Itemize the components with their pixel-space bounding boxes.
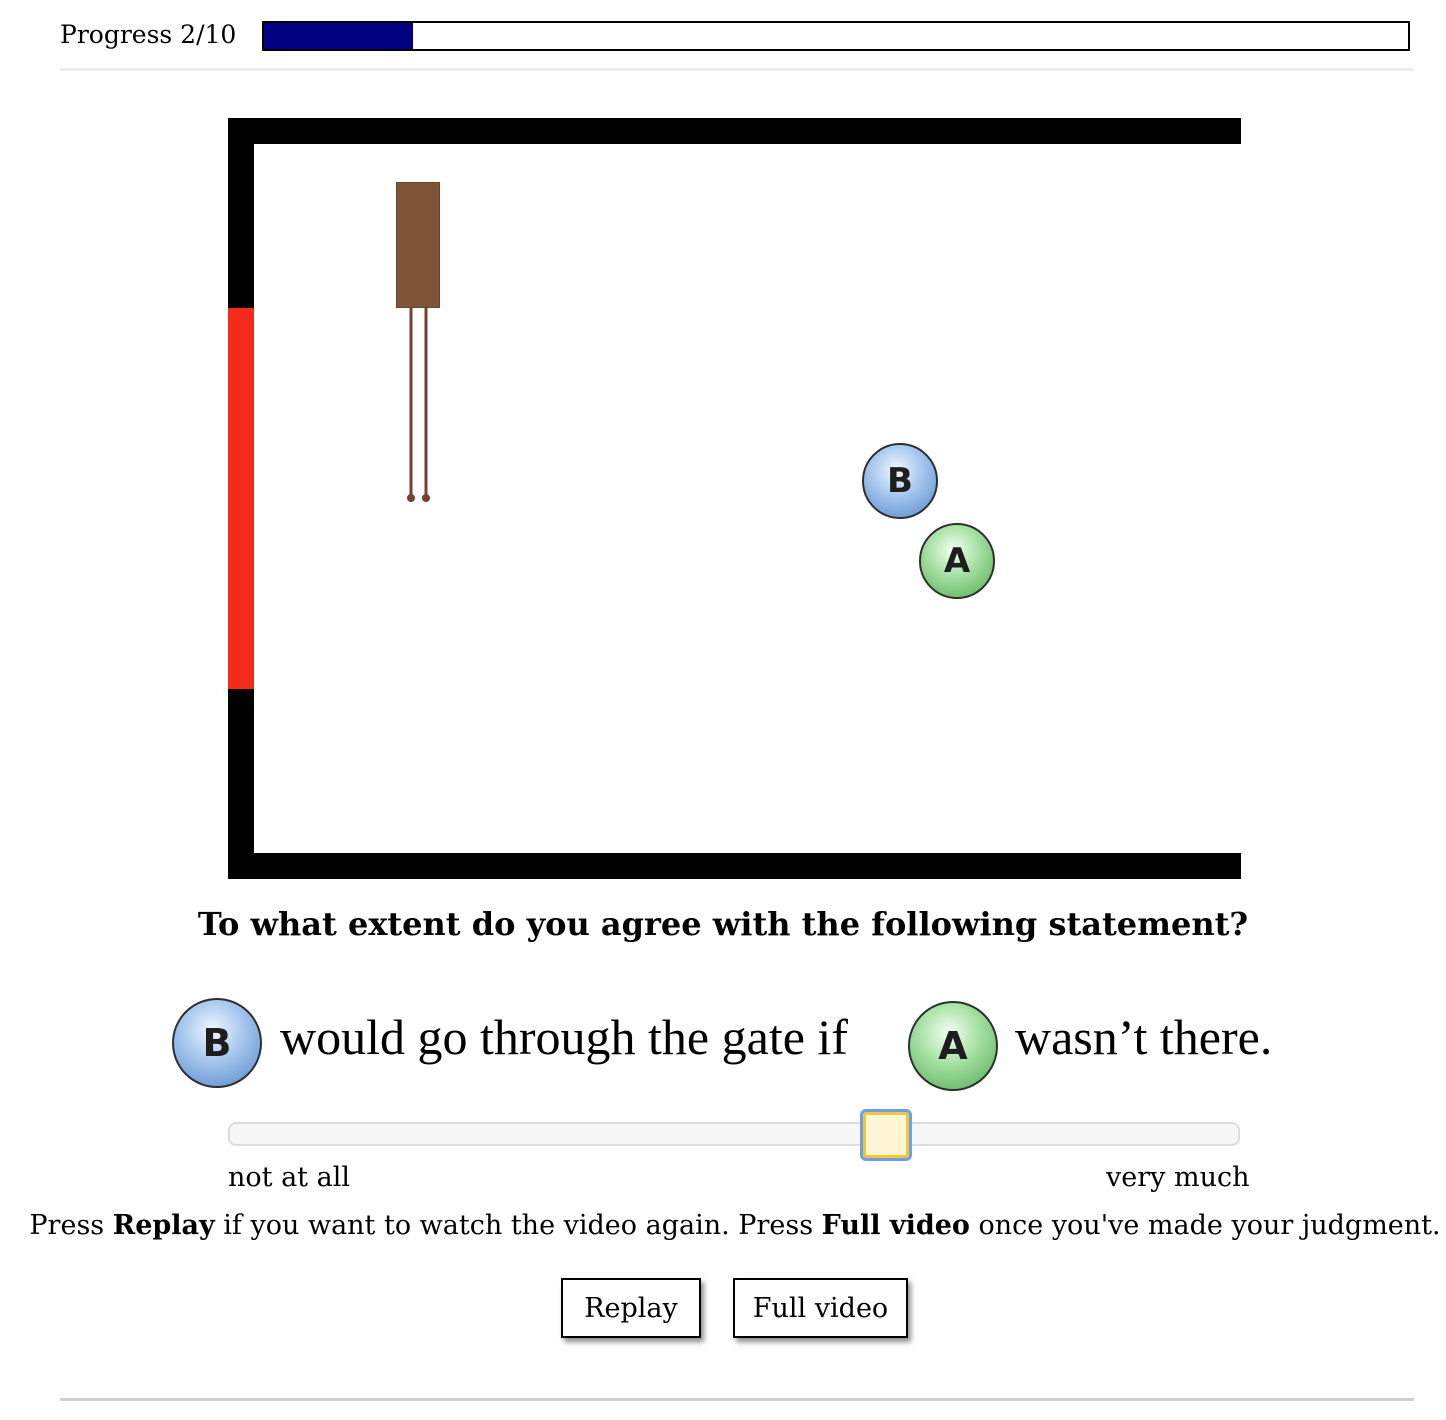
- statement-text-part1: would go through the gate if: [280, 1009, 848, 1065]
- replay-button[interactable]: Replay: [561, 1278, 701, 1338]
- instructions: Press Replay if you want to watch the vi…: [0, 1210, 1446, 1241]
- progress-label: Progress 2/10: [60, 20, 237, 49]
- full-video-button[interactable]: Full video: [733, 1278, 908, 1338]
- bottom-divider: [60, 1398, 1414, 1401]
- bottom-wall: [228, 853, 1241, 879]
- instructions-pre: Press: [29, 1210, 113, 1241]
- video-scene: B A: [228, 118, 1241, 879]
- ball-a-label: A: [943, 541, 971, 581]
- goal-zone: [228, 308, 254, 689]
- statement-ball-b: B: [172, 998, 262, 1088]
- gate-legs: [407, 308, 430, 502]
- instructions-mid: if you want to watch the video again. Pr…: [214, 1210, 822, 1241]
- statement-ball-a-label: A: [938, 1024, 968, 1068]
- progress-bar: [262, 21, 1410, 51]
- slider-handle[interactable]: [859, 1109, 912, 1161]
- question-prompt: To what extent do you agree with the fol…: [197, 905, 1249, 943]
- statement-ball-a: A: [908, 1001, 998, 1091]
- statement-ball-b-label: B: [202, 1021, 232, 1065]
- slider-max-label: very much: [1106, 1162, 1250, 1193]
- ball-b: B: [862, 443, 938, 519]
- top-divider: [60, 68, 1414, 71]
- statement-text-part2: wasn’t there.: [1015, 1009, 1273, 1065]
- gate-box: [396, 182, 440, 308]
- progress-bar-fill: [264, 23, 413, 49]
- slider-track[interactable]: [228, 1122, 1240, 1146]
- instructions-replay-word: Replay: [112, 1210, 215, 1241]
- instructions-post: once you've made your judgment.: [969, 1210, 1441, 1241]
- ball-a: A: [919, 523, 995, 599]
- ball-b-label: B: [887, 461, 913, 501]
- top-wall: [228, 118, 1241, 144]
- instructions-full-word: Full video: [821, 1210, 970, 1241]
- slider-min-label: not at all: [228, 1162, 350, 1193]
